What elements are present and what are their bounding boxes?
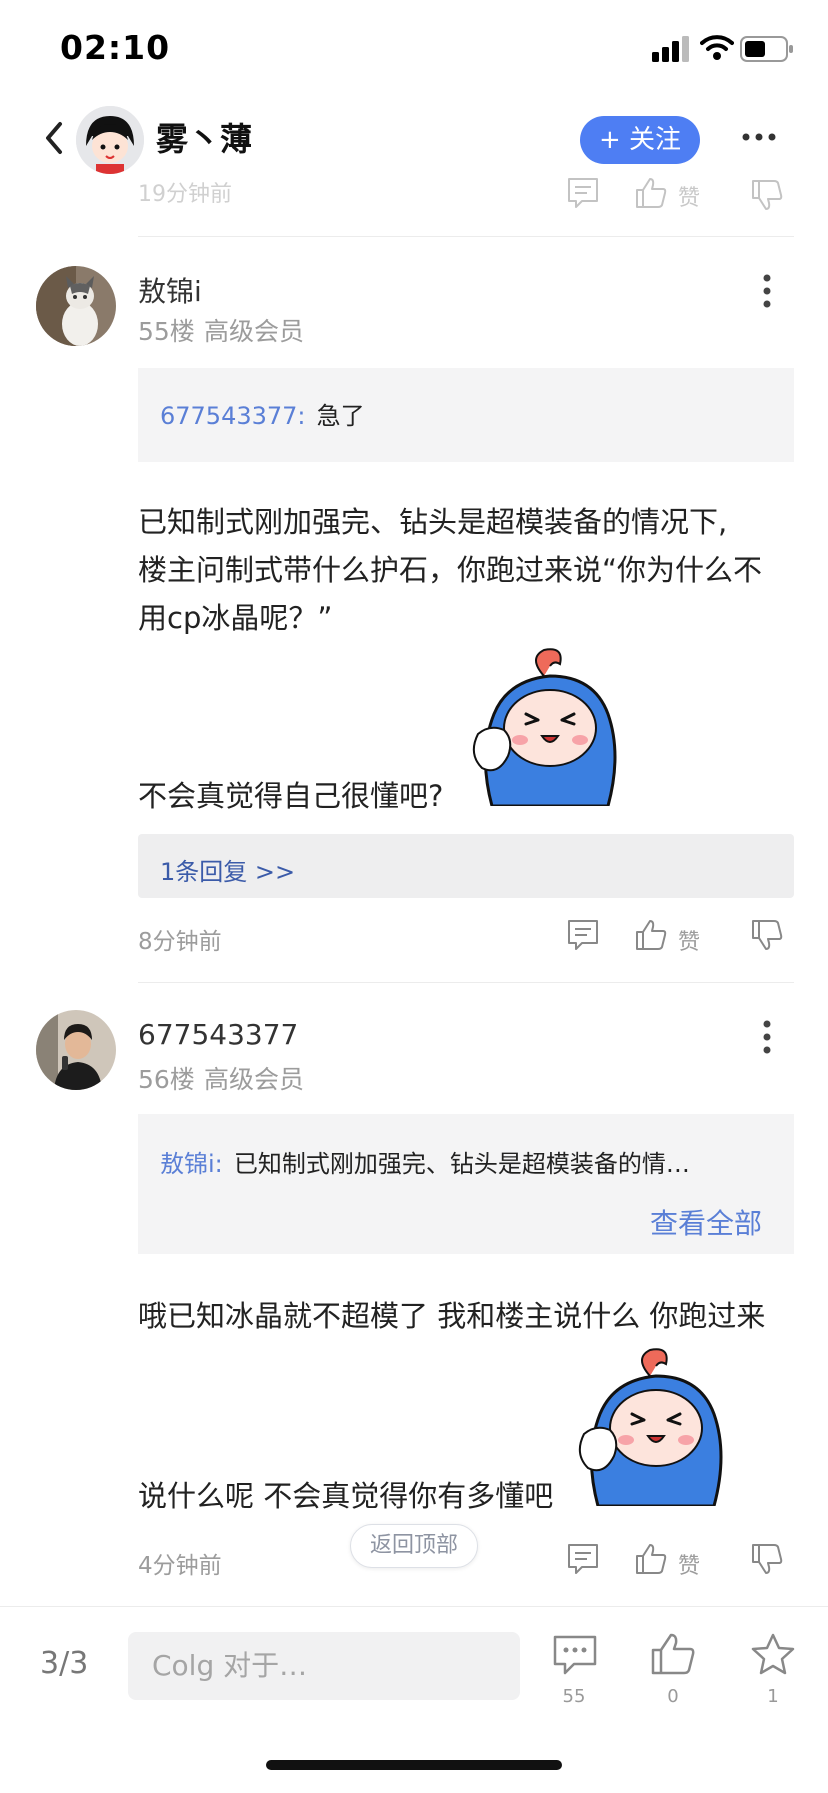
floor-number: 56楼 (138, 1065, 195, 1094)
cartoon-girl-avatar-icon (76, 106, 144, 174)
divider (138, 236, 794, 237)
quoted-user-name[interactable]: 敖锦i: (160, 1150, 223, 1178)
floor-number: 55楼 (138, 317, 195, 346)
like-icon[interactable] (650, 1632, 696, 1676)
thumbs-down-icon[interactable] (750, 918, 784, 952)
comment-icon[interactable] (566, 1542, 600, 1576)
member-level: 高级会员 (204, 1065, 305, 1094)
person-photo-avatar-icon (36, 1010, 116, 1090)
like-label[interactable]: 赞 (678, 1548, 700, 1580)
like-label[interactable]: 赞 (678, 924, 700, 956)
view-replies-label: 1条回复 >> (160, 858, 296, 886)
comment-body-line: 说什么呢 不会真觉得你有多懂吧 (138, 1479, 554, 1513)
commenter-name[interactable]: 敖锦i (138, 270, 202, 310)
thumbs-down-icon[interactable] (750, 1542, 784, 1576)
comment-body-line: 不会真觉得自己很懂吧? (138, 779, 444, 813)
comment-body-line: 已知制式刚加强完、钻头是超模装备的情况下, (138, 505, 728, 539)
thread-author-name[interactable]: 雾丶薄 (156, 114, 252, 160)
quoted-reply: 敖锦i: 已知制式刚加强完、钻头是超模装备的情… (160, 1144, 690, 1179)
quoted-reply: 677543377: 急了 (160, 396, 365, 431)
like-count: 0 (667, 1686, 679, 1707)
thumbs-down-icon[interactable] (750, 178, 784, 212)
view-all-link[interactable]: 查看全部 (650, 1202, 762, 1242)
quoted-text: 已知制式刚加强完、钻头是超模装备的情… (233, 1150, 690, 1178)
crying-sticker-emoji (578, 1348, 723, 1506)
thumbs-up-icon[interactable] (634, 1542, 668, 1576)
comments-icon[interactable] (552, 1634, 598, 1678)
previous-comment-timestamp: 19分钟前 (138, 182, 232, 207)
cat-photo-avatar-icon (36, 266, 116, 346)
favorite-count: 1 (767, 1686, 779, 1707)
status-time: 02:10 (60, 28, 171, 67)
comment-timestamp: 8分钟前 (138, 929, 222, 955)
commenter-name[interactable]: 677543377 (138, 1018, 298, 1051)
thumbs-up-icon[interactable] (634, 918, 668, 952)
commenter-avatar[interactable] (36, 266, 116, 346)
comment-more-icon[interactable] (762, 274, 772, 308)
thumbs-up-icon[interactable] (634, 176, 668, 210)
comment-count: 55 (562, 1686, 586, 1707)
crying-sticker-emoji (472, 648, 617, 806)
quoted-user-name[interactable]: 677543377: (160, 402, 306, 430)
user-avatar[interactable] (76, 106, 144, 174)
comment-more-icon[interactable] (762, 1020, 772, 1054)
comment-icon[interactable] (566, 918, 600, 952)
member-level: 高级会员 (204, 317, 305, 346)
quoted-text: 急了 (316, 402, 365, 430)
cellular-signal-icon (652, 36, 689, 62)
follow-button[interactable]: + 关注 (580, 116, 700, 164)
comment-timestamp: 4分钟前 (138, 1553, 222, 1579)
view-replies-link[interactable]: 1条回复 >> (138, 834, 794, 898)
back-to-top-button[interactable]: 返回顶部 (350, 1524, 478, 1568)
reply-input[interactable]: Colg 对于… (128, 1632, 520, 1700)
more-options-icon[interactable] (742, 130, 776, 144)
divider (138, 982, 794, 983)
home-indicator (266, 1760, 562, 1770)
battery-icon (740, 36, 793, 62)
like-label[interactable]: 赞 (678, 180, 700, 212)
wifi-icon (700, 35, 734, 60)
comment-icon[interactable] (566, 176, 600, 210)
comment-body-line: 哦已知冰晶就不超模了 我和楼主说什么 你跑过来 (138, 1299, 766, 1333)
commenter-avatar[interactable] (36, 1010, 116, 1090)
comment-body-line: 楼主问制式带什么护石，你跑过来说“你为什么不 (138, 553, 763, 587)
comment-body-line: 用cp冰晶呢？” (138, 601, 333, 635)
back-arrow-icon[interactable] (40, 120, 68, 156)
page-indicator[interactable]: 3/3 (40, 1646, 88, 1681)
favorite-star-icon[interactable] (750, 1632, 796, 1676)
